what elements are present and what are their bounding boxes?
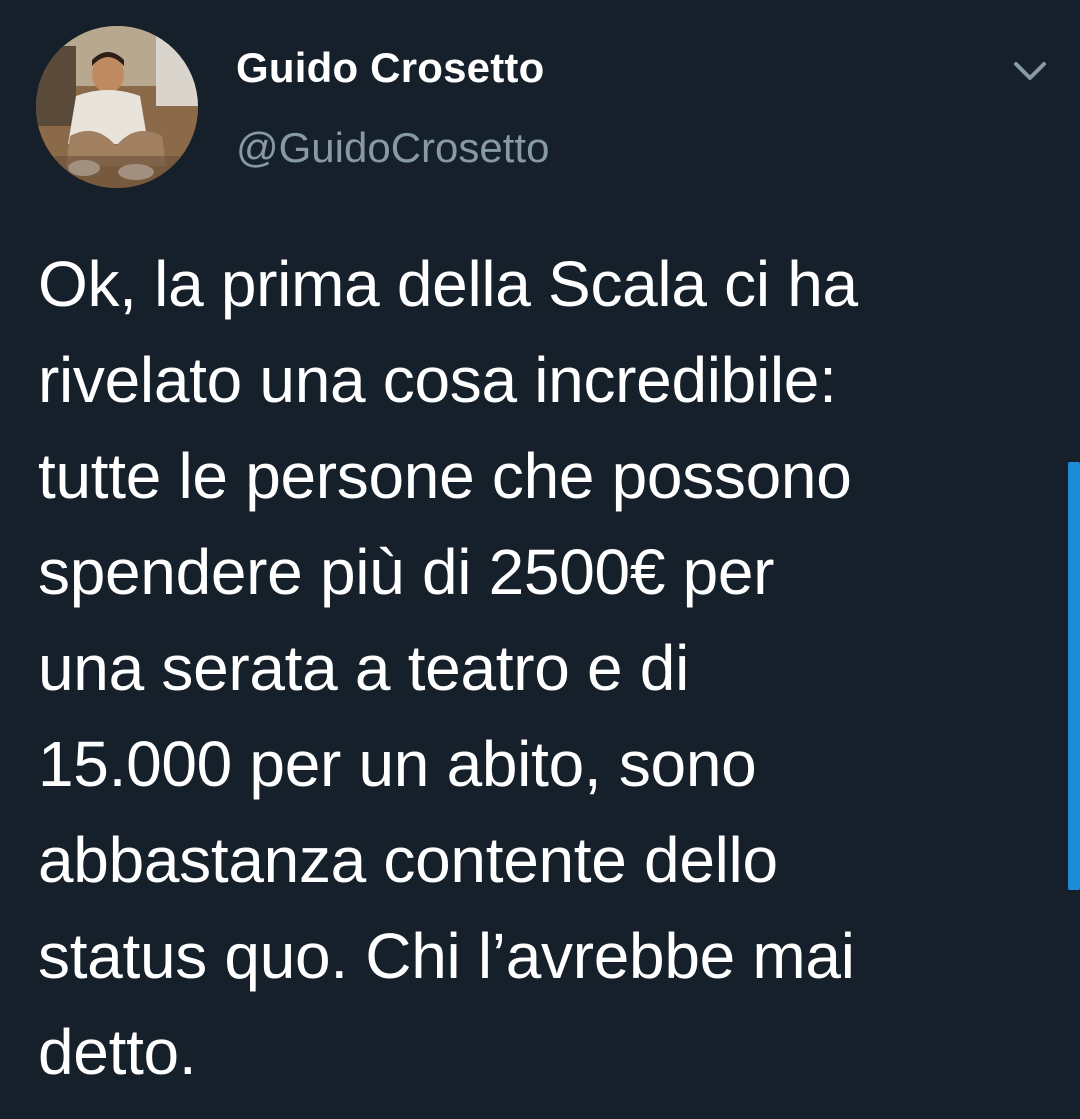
tweet-text-line: una serata a teatro e di [38, 632, 690, 704]
tweet-text-line: abbastanza contente dello [38, 824, 778, 896]
scrollbar[interactable] [1068, 462, 1080, 890]
avatar[interactable] [36, 26, 198, 188]
tweet-text-line: Ok, la prima della Scala ci ha [38, 248, 858, 320]
author-display-name[interactable]: Guido Crosetto [236, 44, 544, 92]
tweet-body: Ok, la prima della Scala ci ha rivelato … [38, 236, 1038, 1100]
tweet-text-line: detto. [38, 1016, 197, 1088]
tweet-text-line: spendere più di 2500€ per [38, 536, 775, 608]
tweet-card: Guido Crosetto @GuidoCrosetto Ok, la pri… [0, 0, 1080, 1119]
chevron-down-icon[interactable] [1006, 52, 1054, 92]
author-handle[interactable]: @GuidoCrosetto [236, 124, 549, 172]
avatar-photo [36, 26, 198, 188]
tweet-text-line: rivelato una cosa incredibile: [38, 344, 837, 416]
tweet-text-line: tutte le persone che possono [38, 440, 852, 512]
tweet-text-line: 15.000 per un abito, sono [38, 728, 757, 800]
tweet-text-line: status quo. Chi l’avrebbe mai [38, 920, 855, 992]
